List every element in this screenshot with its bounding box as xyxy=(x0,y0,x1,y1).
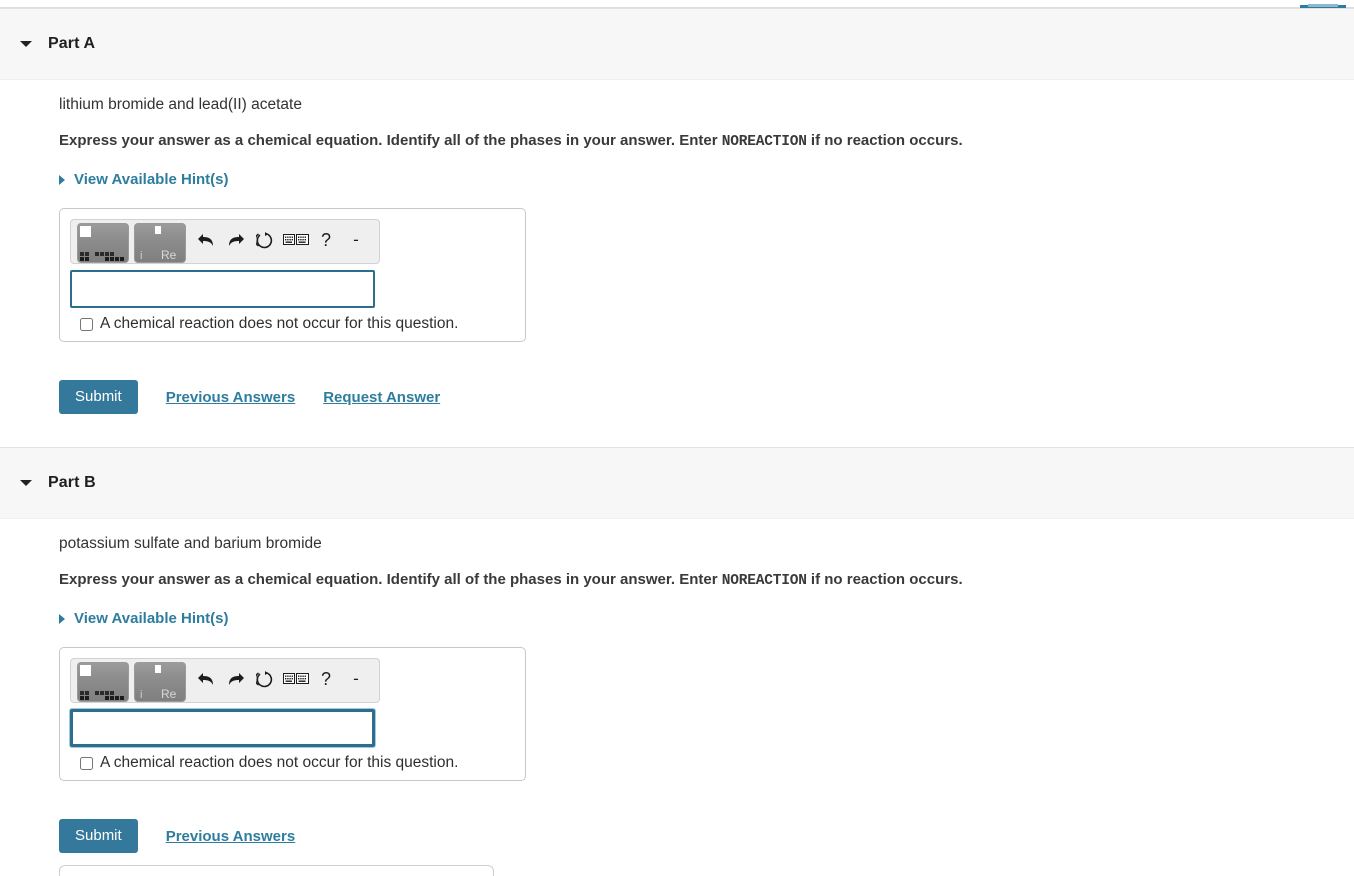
no-reaction-label: A chemical reaction does not occur for t… xyxy=(100,754,459,771)
instruction-text-after: if no reaction occurs. xyxy=(806,132,963,149)
periodic-table-icon[interactable] xyxy=(77,662,129,702)
help-icon[interactable]: ? xyxy=(311,223,341,257)
question-prompt: potassium sulfate and barium bromide xyxy=(59,535,322,552)
collapse-toggle-icon[interactable] xyxy=(20,480,32,486)
view-hints-link[interactable]: View Available Hint(s) xyxy=(59,610,229,627)
answer-instruction: Express your answer as a chemical equati… xyxy=(59,571,963,589)
no-reaction-label: A chemical reaction does not occur for t… xyxy=(100,315,459,332)
view-hints-link[interactable]: View Available Hint(s) xyxy=(59,171,229,188)
previous-answers-link[interactable]: Previous Answers xyxy=(166,389,296,406)
part-body-a: lithium bromide and lead(II) acetate Exp… xyxy=(0,80,1354,440)
instruction-keyword: NOREACTION xyxy=(721,573,807,589)
reset-icon[interactable] xyxy=(251,223,281,257)
answer-instruction: Express your answer as a chemical equati… xyxy=(59,132,963,150)
submit-button[interactable]: Submit xyxy=(59,819,138,853)
instruction-text-after: if no reaction occurs. xyxy=(806,571,963,588)
help-icon[interactable]: ? xyxy=(311,662,341,696)
part-title: Part B xyxy=(48,474,96,491)
part-body-b: potassium sulfate and barium bromide Exp… xyxy=(0,519,1354,876)
previous-answers-link[interactable]: Previous Answers xyxy=(166,828,296,845)
request-answer-link[interactable]: Request Answer xyxy=(323,389,440,406)
answer-panel: i Re ? - A chemical reaction does not oc… xyxy=(59,647,526,781)
chevron-right-icon xyxy=(59,613,65,624)
view-hints-label: View Available Hint(s) xyxy=(74,171,229,188)
no-reaction-checkbox[interactable] xyxy=(80,756,93,770)
chevron-right-icon xyxy=(59,174,65,185)
actions-row: Submit Previous Answers xyxy=(59,819,295,853)
answer-toolbar: i Re ? - xyxy=(70,658,380,703)
part-title: Part A xyxy=(48,35,96,52)
minus-icon[interactable]: - xyxy=(341,662,371,696)
question-prompt: lithium bromide and lead(II) acetate xyxy=(59,96,302,113)
redo-icon[interactable] xyxy=(221,223,251,257)
answer-input[interactable] xyxy=(70,709,375,747)
undo-icon[interactable] xyxy=(191,223,221,257)
instruction-text-before: Express your answer as a chemical equati… xyxy=(59,571,722,588)
no-reaction-checkbox[interactable] xyxy=(80,317,93,331)
part-header-a[interactable]: Part A xyxy=(0,8,1354,80)
collapse-toggle-icon[interactable] xyxy=(20,41,32,47)
submit-button[interactable]: Submit xyxy=(59,380,138,414)
answer-input[interactable] xyxy=(70,270,375,308)
answer-toolbar: i Re ? - xyxy=(70,219,380,264)
keyboard-icon[interactable] xyxy=(281,223,311,257)
keyboard-icon[interactable] xyxy=(281,662,311,696)
minus-icon[interactable]: - xyxy=(341,223,371,257)
next-answer-panel-partial xyxy=(59,865,494,876)
page-root: Part A lithium bromide and lead(II) acet… xyxy=(0,0,1354,876)
answer-panel: i Re ? - A chemical reaction does not oc… xyxy=(59,208,526,342)
redo-icon[interactable] xyxy=(221,662,251,696)
periodic-table-icon[interactable] xyxy=(77,223,129,263)
ion-table-icon[interactable]: i Re xyxy=(134,662,186,702)
instruction-keyword: NOREACTION xyxy=(721,134,807,150)
no-reaction-row[interactable]: A chemical reaction does not occur for t… xyxy=(70,754,515,772)
reset-icon[interactable] xyxy=(251,662,281,696)
view-hints-label: View Available Hint(s) xyxy=(74,610,229,627)
no-reaction-row[interactable]: A chemical reaction does not occur for t… xyxy=(70,315,515,333)
undo-icon[interactable] xyxy=(191,662,221,696)
ion-table-icon[interactable]: i Re xyxy=(134,223,186,263)
actions-row: Submit Previous Answers Request Answer xyxy=(59,380,440,414)
part-header-b[interactable]: Part B xyxy=(0,447,1354,519)
instruction-text-before: Express your answer as a chemical equati… xyxy=(59,132,722,149)
